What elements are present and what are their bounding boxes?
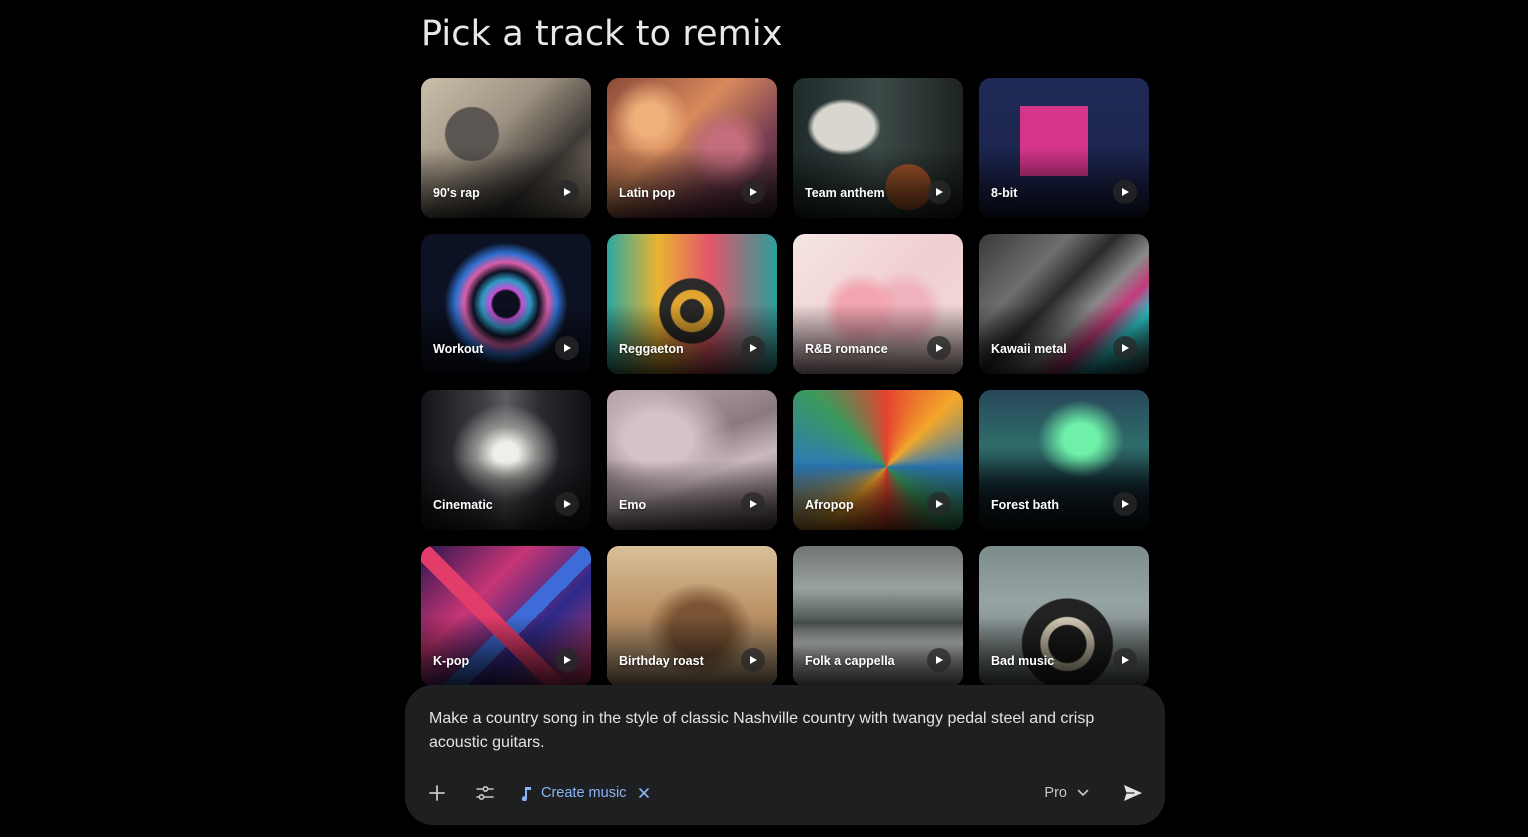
close-icon[interactable] [638, 787, 650, 799]
play-icon [1122, 344, 1129, 352]
play-icon [564, 344, 571, 352]
track-card[interactable]: Latin pop [607, 78, 777, 218]
play-button[interactable] [927, 180, 951, 204]
play-icon [564, 188, 571, 196]
play-button[interactable] [555, 180, 579, 204]
music-note-icon [519, 785, 533, 801]
prompt-input[interactable]: Make a country song in the style of clas… [429, 707, 1129, 755]
page-title: Pick a track to remix [421, 14, 783, 54]
track-label: Reggaeton [619, 342, 684, 356]
track-card[interactable]: 8-bit [979, 78, 1149, 218]
prompt-composer: Make a country song in the style of clas… [405, 685, 1165, 825]
track-card[interactable]: Bad music [979, 546, 1149, 686]
track-grid: 90's rap Latin pop Team anthem 8-bit Workout… [421, 78, 1149, 686]
track-card[interactable]: K-pop [421, 546, 591, 686]
play-icon [1122, 656, 1129, 664]
track-card[interactable]: Team anthem [793, 78, 963, 218]
play-button[interactable] [555, 492, 579, 516]
track-card[interactable]: Birthday roast [607, 546, 777, 686]
track-label: K-pop [433, 654, 470, 668]
track-label: R&B romance [805, 342, 888, 356]
play-icon [750, 344, 757, 352]
track-card[interactable]: Workout [421, 234, 591, 374]
plus-icon [429, 785, 445, 801]
play-icon [936, 500, 943, 508]
chevron-down-icon [1077, 789, 1089, 797]
create-music-label: Create music [541, 785, 627, 801]
play-button[interactable] [927, 492, 951, 516]
play-button[interactable] [555, 648, 579, 672]
track-label: Workout [433, 342, 484, 356]
play-icon [750, 656, 757, 664]
create-music-chip[interactable]: Create music [519, 785, 650, 801]
play-icon [936, 656, 943, 664]
play-button[interactable] [927, 648, 951, 672]
track-card[interactable]: Folk a cappella [793, 546, 963, 686]
play-button[interactable] [741, 492, 765, 516]
track-card[interactable]: 90's rap [421, 78, 591, 218]
track-label: Birthday roast [619, 654, 704, 668]
sliders-icon [476, 785, 494, 801]
send-button[interactable] [1119, 779, 1147, 807]
track-card[interactable]: Reggaeton [607, 234, 777, 374]
track-label: Afropop [805, 498, 854, 512]
play-icon [564, 500, 571, 508]
page: Pick a track to remix 90's rap Latin pop T… [0, 0, 1528, 837]
track-card[interactable]: Kawaii metal [979, 234, 1149, 374]
track-label: Kawaii metal [991, 342, 1067, 356]
track-card[interactable]: Forest bath [979, 390, 1149, 530]
play-icon [1122, 500, 1129, 508]
play-button[interactable] [741, 648, 765, 672]
play-button[interactable] [1113, 648, 1137, 672]
track-card[interactable]: R&B romance [793, 234, 963, 374]
play-icon [936, 188, 943, 196]
play-icon [750, 500, 757, 508]
model-selector-label: Pro [1044, 785, 1067, 801]
play-icon [564, 656, 571, 664]
tools-button[interactable] [471, 779, 499, 807]
track-label: Folk a cappella [805, 654, 895, 668]
track-label: Forest bath [991, 498, 1060, 512]
track-label: Team anthem [805, 186, 885, 200]
play-icon [1122, 188, 1129, 196]
add-button[interactable] [423, 779, 451, 807]
track-label: 8-bit [991, 186, 1018, 200]
track-label: 90's rap [433, 186, 480, 200]
track-card[interactable]: Cinematic [421, 390, 591, 530]
send-icon [1124, 785, 1142, 801]
play-button[interactable] [927, 336, 951, 360]
play-button[interactable] [741, 336, 765, 360]
play-button[interactable] [555, 336, 579, 360]
model-selector[interactable]: Pro [1044, 785, 1089, 801]
track-label: Emo [619, 498, 647, 512]
play-button[interactable] [1113, 180, 1137, 204]
play-icon [936, 344, 943, 352]
play-button[interactable] [1113, 492, 1137, 516]
track-card[interactable]: Emo [607, 390, 777, 530]
play-button[interactable] [1113, 336, 1137, 360]
play-icon [750, 188, 757, 196]
track-label: Latin pop [619, 186, 676, 200]
track-label: Cinematic [433, 498, 493, 512]
play-button[interactable] [741, 180, 765, 204]
track-label: Bad music [991, 654, 1055, 668]
composer-toolbar: Create music Pro [423, 779, 1147, 807]
track-card[interactable]: Afropop [793, 390, 963, 530]
